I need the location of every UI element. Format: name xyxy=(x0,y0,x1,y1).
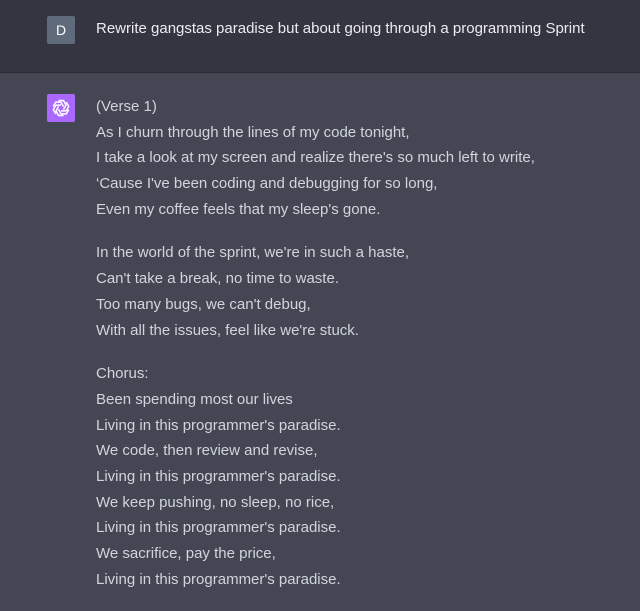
lyrics-stanza: (Verse 1) As I churn through the lines of… xyxy=(96,94,626,222)
lyrics-line: In the world of the sprint, we're in suc… xyxy=(96,244,410,262)
lyrics-line: (Verse 1) xyxy=(96,98,157,115)
lyrics-line: We sacrifice, pay the price, xyxy=(96,545,276,562)
lyrics-line: Chorus: xyxy=(96,365,149,383)
user-avatar: D xyxy=(47,16,75,44)
lyrics-line: Living in this programmer's paradise. xyxy=(96,467,341,485)
lyrics-line: Too many bugs, we can't debug, xyxy=(96,295,311,313)
user-message-text: Rewrite gangstas paradise but about goin… xyxy=(96,20,585,37)
user-message-row: D Rewrite gangstas paradise but about go… xyxy=(0,0,640,73)
lyrics-line: Living in this programmer's paradise. xyxy=(96,570,341,588)
lyrics-line: I take a look at my screen and realize t… xyxy=(96,149,535,167)
openai-logo-icon xyxy=(47,94,75,122)
lyrics-line: We keep pushing, no sleep, no rice, xyxy=(96,493,335,511)
lyrics-line: With all the issues, feel like we're stu… xyxy=(96,321,359,339)
lyrics-line: As I churn through the lines of my code … xyxy=(96,123,410,141)
lyrics-line: We code, then review and revise, xyxy=(96,442,318,460)
lyrics-stanza: In the world of the sprint, we're in suc… xyxy=(96,240,626,343)
lyrics-line: Even my coffee feels that my sleep's gon… xyxy=(96,200,381,218)
assistant-response: (Verse 1) As I churn through the lines of… xyxy=(96,94,626,610)
lyrics-line: Can't take a break, no time to waste. xyxy=(96,270,339,288)
lyrics-line: Living in this programmer's paradise. xyxy=(96,416,341,434)
assistant-message-row: (Verse 1) As I churn through the lines of… xyxy=(0,73,640,611)
lyrics-line: ‘Cause I've been coding and debugging fo… xyxy=(96,175,438,193)
lyrics-line: Been spending most our lives xyxy=(96,390,293,408)
lyrics-line: Living in this programmer's paradise. xyxy=(96,519,341,537)
lyrics-stanza: Chorus: Been spending most our lives Livin… xyxy=(96,361,626,592)
